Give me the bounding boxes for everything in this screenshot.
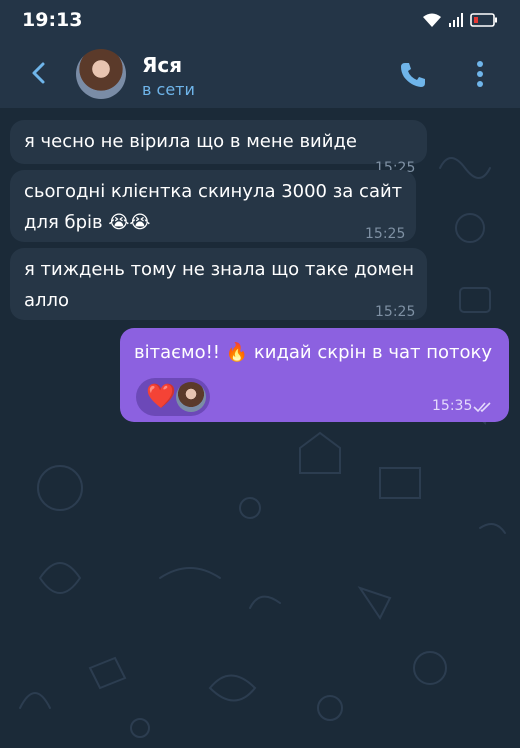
incoming-message[interactable]: я чесно не вірила що в мене вийде 15:25 <box>10 120 427 176</box>
chat-area[interactable]: я чесно не вірила що в мене вийде 15:25 … <box>0 108 520 748</box>
presence-status: в сети <box>142 80 195 99</box>
more-vert-icon[interactable] <box>470 58 490 90</box>
status-icons <box>422 11 498 29</box>
incoming-message[interactable]: я тиждень тому не знала що таке домен ал… <box>10 248 427 320</box>
message-text: сьогодні клієнтка скинула 3000 за сайт д… <box>24 181 403 233</box>
message-text: вітаємо!! 🔥 кидай скрін в чат потоку <box>134 342 493 363</box>
message-time: 15:25 <box>375 304 416 320</box>
message-text: я тиждень тому не знала що таке домен ал… <box>24 259 414 311</box>
double-check-icon <box>473 402 491 413</box>
contact-name[interactable]: Яся <box>142 53 182 77</box>
phone-icon[interactable] <box>398 60 428 90</box>
incoming-message[interactable]: сьогодні клієнтка скинула 3000 за сайт д… <box>10 170 416 242</box>
battery-icon <box>470 13 497 27</box>
signal-icon <box>449 13 463 27</box>
status-time: 19:13 <box>22 9 83 31</box>
avatar[interactable] <box>76 49 126 99</box>
reaction-avatar <box>176 382 206 412</box>
chat-header: Яся в сети <box>0 40 520 108</box>
status-bar: 19:13 <box>0 0 520 40</box>
heart-reaction: ❤️ <box>146 382 176 410</box>
back-arrow-icon[interactable] <box>26 60 52 86</box>
wifi-icon <box>423 13 441 27</box>
outgoing-message[interactable]: вітаємо!! 🔥 кидай скрін в чат потоку ❤️ … <box>120 328 509 422</box>
reaction-badge[interactable]: ❤️ <box>136 378 210 416</box>
message-time: 15:25 <box>365 226 406 242</box>
message-time: 15:35 <box>432 398 473 414</box>
message-text: я чесно не вірила що в мене вийде <box>24 131 357 152</box>
